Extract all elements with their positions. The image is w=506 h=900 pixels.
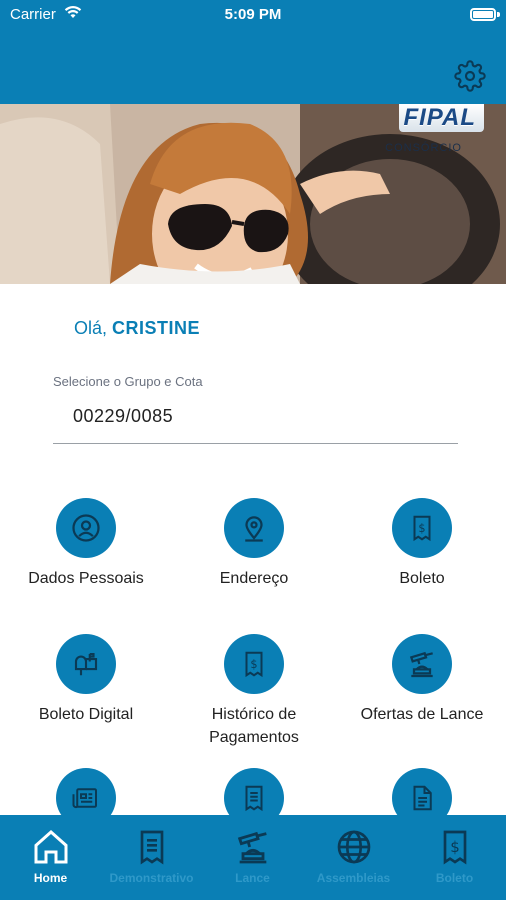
map-pin-icon [224,498,284,558]
menu-label: Ofertas de Lance [360,706,484,723]
receipt-dollar-icon: $ [435,827,475,867]
globe-icon [334,827,374,867]
menu-dados-pessoais[interactable]: Dados Pessoais [2,498,170,590]
svg-text:$: $ [250,658,257,671]
mailbox-icon [56,634,116,694]
status-bar: Carrier 5:09 PM [0,0,506,30]
menu-label: Boleto [399,570,445,587]
tab-assembleias[interactable]: Assembleias [303,815,404,900]
home-icon [31,827,71,867]
battery-tip [497,12,500,17]
greeting-prefix: Olá, [74,318,108,338]
menu-boleto[interactable]: $ Boleto [338,498,506,590]
battery-icon [470,8,496,21]
menu-label: Dados Pessoais [28,570,144,587]
promo-banner: FIPAL CONSÓRCIO [0,104,506,284]
tab-label: Home [33,871,68,885]
select-underline [53,443,458,444]
tab-label: Lance [235,871,270,885]
brand-logo: FIPAL CONSÓRCIO [385,104,484,154]
svg-text:$: $ [418,522,425,535]
tab-lance[interactable]: Lance [202,815,303,900]
menu-label: Endereço [219,570,289,587]
menu-label: Boleto Digital [38,706,134,723]
tab-demonstrativo[interactable]: Demonstrativo [101,815,202,900]
menu-historico-pagamentos[interactable]: $ Histórico de Pagamentos [170,634,338,749]
menu-ofertas-lance[interactable]: Ofertas de Lance [338,634,506,726]
svg-text:$: $ [450,838,460,856]
group-quota-select[interactable]: 00229/0085 [73,406,173,427]
tab-label: Assembleias [316,871,391,885]
greeting-name: CRISTINE [112,318,201,338]
menu-endereco[interactable]: Endereço [170,498,338,590]
user-circle-icon [56,498,116,558]
gear-icon [454,60,486,92]
brand-logo-text: FIPAL [399,104,484,132]
menu-label: Histórico de Pagamentos [209,706,299,746]
brand-subtitle: CONSÓRCIO [385,142,462,154]
app-header [0,30,506,104]
receipt-dollar-icon: $ [392,498,452,558]
receipt-dollar-icon: $ [224,634,284,694]
tab-label: Demonstrativo [109,871,194,885]
group-quota-label: Selecione o Grupo e Cota [53,374,203,389]
menu-boleto-digital[interactable]: Boleto Digital [2,634,170,726]
document-icon [132,827,172,867]
gavel-icon [392,634,452,694]
tab-home[interactable]: Home [0,815,101,900]
tab-label: Boleto [435,871,474,885]
gavel-icon [233,827,273,867]
clock: 5:09 PM [224,6,282,23]
bottom-tab-bar: Home Demonstrativo Lance Assembleias $ B… [0,815,506,900]
tab-boleto[interactable]: $ Boleto [404,815,505,900]
settings-button[interactable] [454,60,486,92]
greeting: Olá, CRISTINE [74,318,200,339]
